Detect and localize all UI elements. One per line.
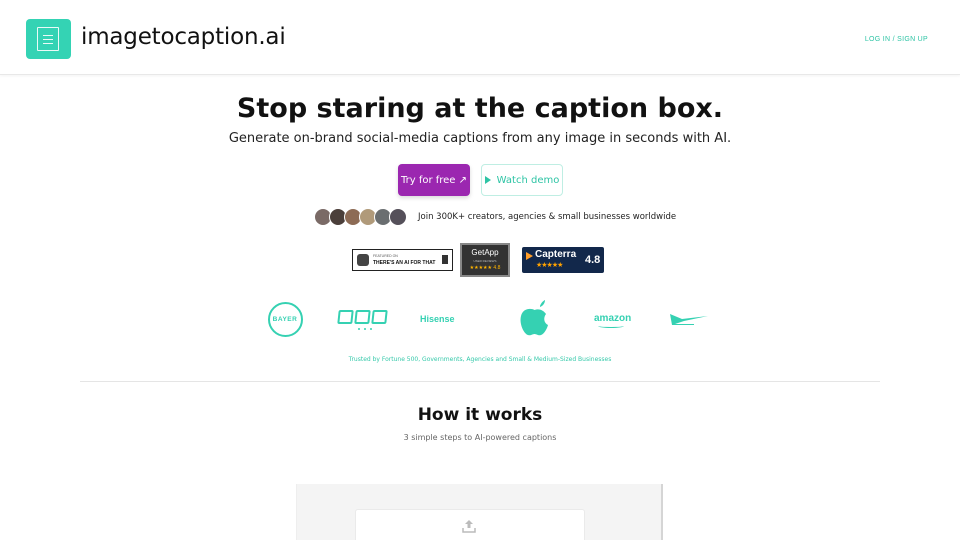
brand-name[interactable]: imagetocaption.ai	[81, 24, 286, 50]
hero-title: Stop staring at the caption box.	[236, 93, 724, 124]
apple-logo	[520, 300, 548, 336]
capterra-name: Capterra	[535, 249, 577, 260]
hisense-logo: Hisense	[420, 314, 455, 324]
wink-logo	[337, 310, 388, 334]
getapp-badge[interactable]: GetApp USER REVIEWS ★★★★★ 4.8	[460, 243, 510, 277]
trusted-by-text: Trusted by Fortune 500, Governments, Age…	[348, 356, 612, 363]
bayer-logo-text: BAYER	[272, 316, 298, 323]
air-india-logo	[670, 314, 708, 325]
how-it-works-title: How it works	[417, 405, 543, 425]
capterra-stars: ★★★★★	[536, 262, 563, 269]
bookmark-icon	[442, 255, 448, 264]
robot-arm-icon	[357, 254, 369, 266]
play-icon	[484, 176, 491, 184]
getapp-name: GetApp	[471, 248, 499, 257]
amazon-smile-icon	[598, 324, 624, 328]
try-for-free-button[interactable]: Try for free ↗	[398, 164, 470, 196]
capterra-score: 4.8	[585, 254, 601, 266]
login-signup-link[interactable]: LOG IN / SIGN UP	[865, 36, 928, 43]
user-avatars	[314, 208, 410, 226]
avatar	[389, 208, 407, 226]
upload-card[interactable]	[355, 509, 585, 540]
try-for-free-label: Try for free ↗	[400, 174, 468, 186]
watch-demo-button[interactable]: Watch demo	[481, 164, 563, 196]
amazon-logo: amazon	[594, 313, 632, 328]
capterra-flag-icon	[526, 252, 533, 260]
logo-icon[interactable]	[26, 19, 71, 59]
amazon-logo-text: amazon	[594, 313, 632, 324]
theres-an-ai-for-that-badge[interactable]: FEATURED ON THERE'S AN AI FOR THAT	[352, 249, 453, 271]
how-it-works-subtitle: 3 simple steps to AI-powered captions	[403, 433, 557, 442]
hero-subtitle: Generate on-brand social-media captions …	[228, 131, 732, 146]
social-proof-text: Join 300K+ creators, agencies & small bu…	[418, 212, 677, 222]
watch-demo-label: Watch demo	[496, 174, 560, 186]
badge-aift-name: THERE'S AN AI FOR THAT	[373, 260, 436, 266]
site-header: imagetocaption.ai LOG IN / SIGN UP	[0, 0, 960, 75]
bayer-logo: BAYER	[268, 302, 303, 337]
getapp-rating: ★★★★★ 4.8	[469, 265, 501, 271]
section-divider	[80, 381, 880, 382]
upload-icon	[462, 520, 476, 533]
app-preview-screenshot	[296, 484, 663, 540]
badge-featured-label: FEATURED ON	[373, 254, 398, 258]
getapp-sub: USER REVIEWS	[473, 259, 497, 263]
capterra-badge[interactable]: Capterra ★★★★★ 4.8	[522, 247, 604, 273]
